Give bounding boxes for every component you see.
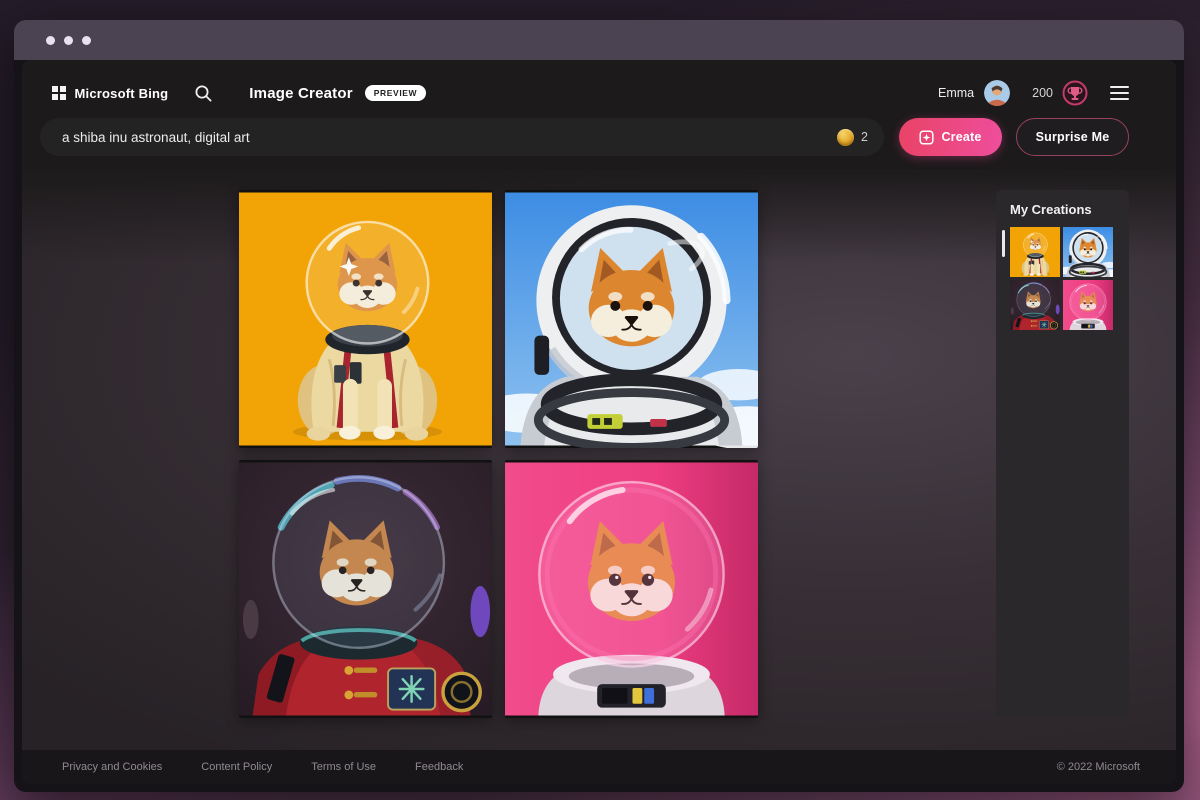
creations-scrollbar[interactable]: [1002, 230, 1005, 257]
avatar[interactable]: [984, 80, 1010, 106]
search-icon[interactable]: [194, 84, 213, 103]
window-control-dot[interactable]: [46, 36, 55, 45]
page-title: Image Creator: [249, 85, 352, 102]
surprise-me-button[interactable]: Surprise Me: [1016, 118, 1129, 156]
generated-image-1[interactable]: [239, 190, 492, 448]
prompt-row: 2 Create Surprise Me: [40, 118, 1129, 156]
creation-thumb-3[interactable]: [1010, 280, 1060, 330]
footer-link-feedback[interactable]: Feedback: [415, 761, 463, 773]
main-content: My Creations: [22, 170, 1176, 750]
preview-badge: PREVIEW: [365, 85, 426, 101]
window-control-dot[interactable]: [82, 36, 91, 45]
coin-icon: [837, 129, 854, 146]
footer-link-privacy[interactable]: Privacy and Cookies: [62, 761, 162, 773]
footer-link-content-policy[interactable]: Content Policy: [201, 761, 272, 773]
window-control-dot[interactable]: [64, 36, 73, 45]
microsoft-logo-icon[interactable]: [52, 86, 66, 100]
hamburger-menu-icon[interactable]: [1110, 86, 1129, 101]
creation-thumb-1[interactable]: [1010, 227, 1060, 277]
generated-image-4[interactable]: [505, 460, 758, 718]
nav-right: Emma 200: [938, 80, 1129, 106]
credits-count: 200: [1032, 86, 1053, 100]
create-sparkle-icon: [919, 130, 934, 145]
my-creations-panel: My Creations: [996, 190, 1129, 717]
boost-count: 2: [861, 130, 868, 144]
create-button[interactable]: Create: [899, 118, 1002, 156]
generated-image-3[interactable]: [239, 460, 492, 718]
boost-badge: 2: [837, 129, 868, 146]
titlebar: [14, 20, 1184, 60]
generated-image-2[interactable]: [505, 190, 758, 448]
results-grid: [239, 190, 758, 718]
creation-thumb-4[interactable]: [1063, 280, 1113, 330]
browser-window: Microsoft Bing Image Creator PREVIEW Emm…: [14, 20, 1184, 792]
brand-text[interactable]: Microsoft Bing: [75, 86, 169, 101]
copyright-text: © 2022 Microsoft: [1057, 761, 1140, 773]
rewards-trophy-icon[interactable]: [1062, 80, 1088, 106]
nav-row: Microsoft Bing Image Creator PREVIEW Emm…: [52, 78, 1129, 108]
creation-thumb-2[interactable]: [1063, 227, 1113, 277]
topbar: Microsoft Bing Image Creator PREVIEW Emm…: [22, 60, 1176, 170]
creations-thumb-grid: [1010, 227, 1129, 330]
footer-link-terms[interactable]: Terms of Use: [311, 761, 376, 773]
footer: Privacy and Cookies Content Policy Terms…: [22, 750, 1176, 784]
browser-content: Microsoft Bing Image Creator PREVIEW Emm…: [22, 60, 1176, 784]
prompt-input[interactable]: [62, 130, 837, 145]
prompt-box[interactable]: 2: [40, 118, 884, 156]
user-name: Emma: [938, 86, 974, 100]
my-creations-title: My Creations: [1010, 202, 1129, 217]
